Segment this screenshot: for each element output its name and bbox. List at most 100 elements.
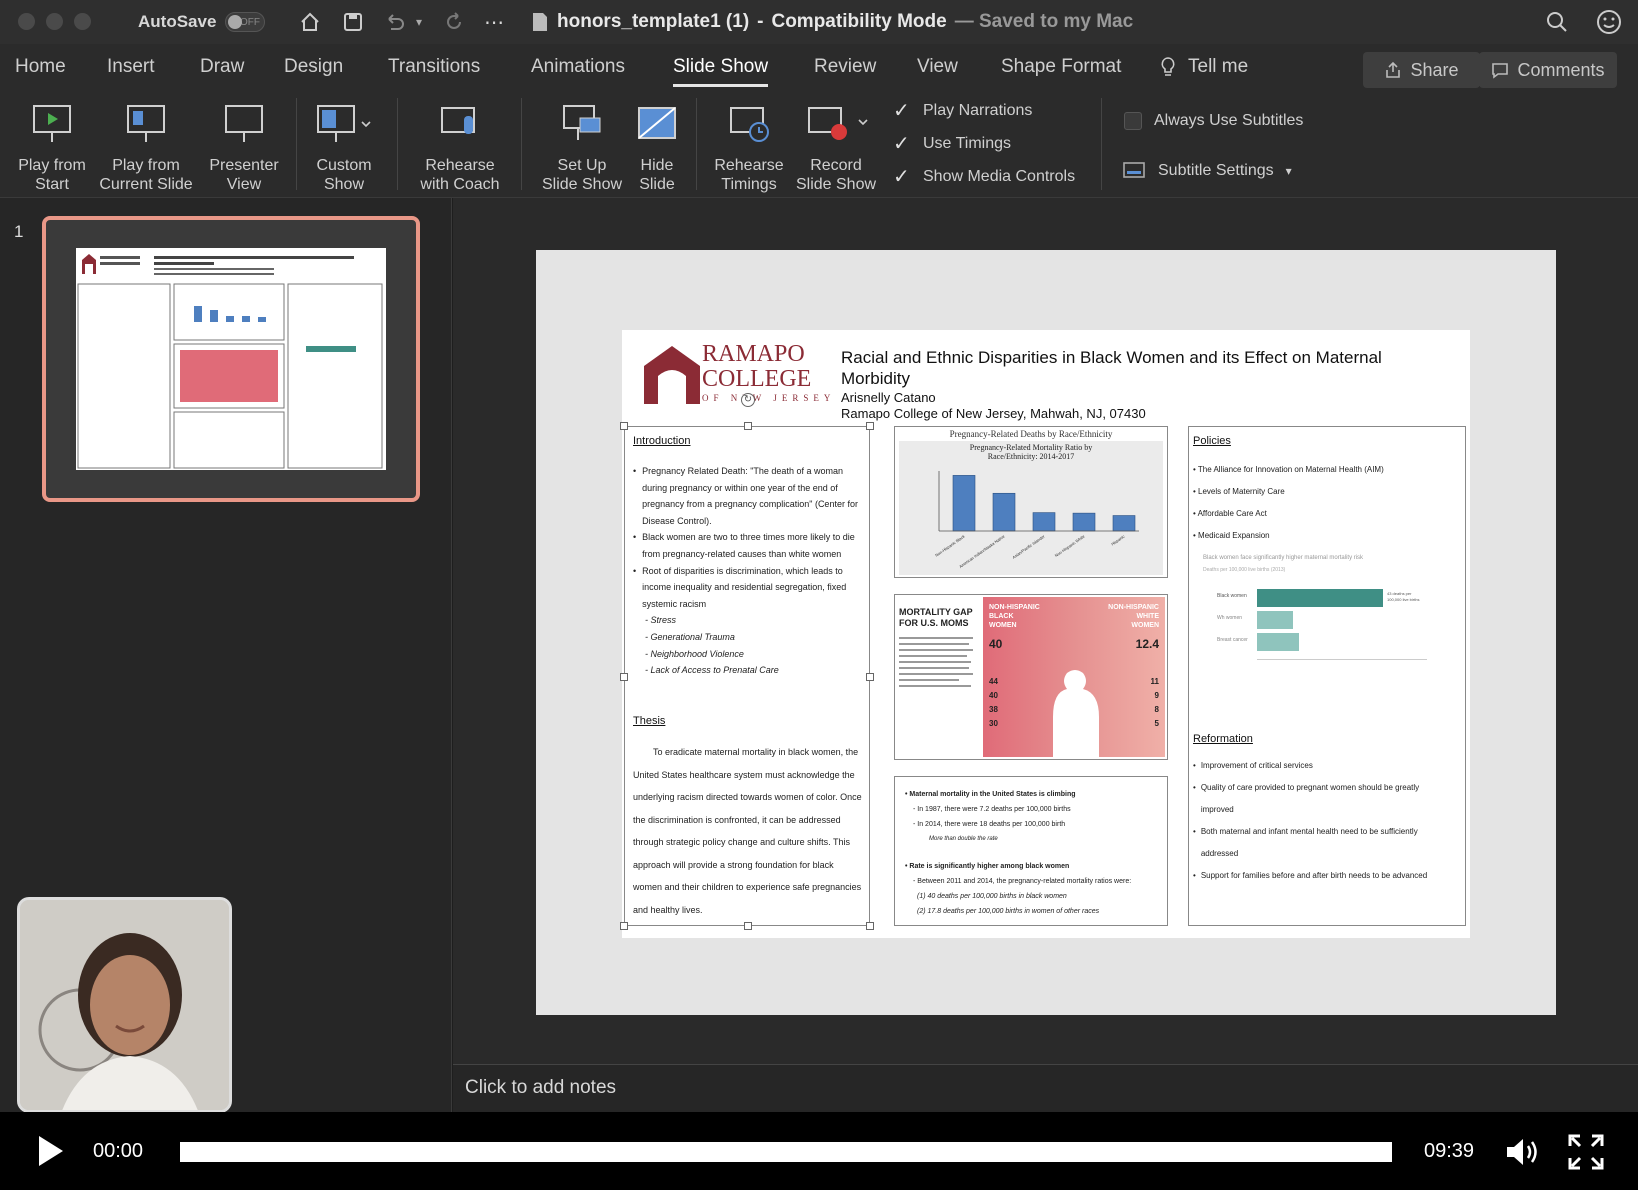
intro-textbox[interactable]: Introduction • Pregnancy Related Death: "… <box>620 393 874 930</box>
mini-bar-label: Black women <box>1217 593 1247 599</box>
undo-icon[interactable] <box>383 0 407 44</box>
stat-line: - In 1987, there were 7.2 deaths per 100… <box>913 806 1071 813</box>
undo-dropdown-icon[interactable]: ▾ <box>416 0 422 44</box>
rehearse-timings-line2: Timings <box>721 176 777 193</box>
custom-show-button[interactable]: Custom Show <box>308 100 380 194</box>
set-up-slide-show-button[interactable]: Set Up Slide Show <box>537 100 627 194</box>
smiley-feedback-icon[interactable] <box>1596 0 1622 44</box>
intro-sub-item: - Neighborhood Violence <box>645 648 744 659</box>
statistics-textbox[interactable]: • Maternal mortality in the United State… <box>894 776 1168 926</box>
slide-show-ribbon: Play from Start Play from Current Slide … <box>0 90 1638 198</box>
policies-reformation-textbox[interactable]: Policies • The Alliance for Innovation o… <box>1188 426 1466 926</box>
subtitle-settings-button[interactable]: Subtitle Settings ▾ <box>1122 160 1292 182</box>
tab-slide-show[interactable]: Slide Show <box>673 56 769 87</box>
mini-chart-subtitle: Deaths per 100,000 live births (2013) <box>1203 567 1286 573</box>
resize-handle[interactable] <box>620 673 628 681</box>
white-stat: 8 <box>1154 705 1159 714</box>
tab-view[interactable]: View <box>917 56 958 78</box>
resize-handle[interactable] <box>866 922 874 930</box>
black-stat: 44 <box>989 677 998 686</box>
progress-bar[interactable] <box>180 1142 1392 1162</box>
use-timings-checkbox[interactable]: ✓ Use Timings <box>893 134 1011 154</box>
resize-handle[interactable] <box>744 922 752 930</box>
redo-icon[interactable] <box>443 0 465 44</box>
comments-button[interactable]: Comments <box>1479 52 1617 88</box>
show-media-controls-checkbox[interactable]: ✓ Show Media Controls <box>893 167 1075 187</box>
hide-slide-line1: Hide <box>640 157 674 174</box>
thesis-heading: Thesis <box>633 715 666 727</box>
chart-bar <box>952 475 976 532</box>
mini-bar <box>1257 589 1383 607</box>
always-use-subtitles-checkbox[interactable]: Always Use Subtitles <box>1124 112 1303 130</box>
play-from-current-line2: Current Slide <box>99 176 193 193</box>
resize-handle[interactable] <box>744 422 752 430</box>
video-player-controls: 00:00 09:39 <box>0 1112 1638 1190</box>
play-narrations-checkbox[interactable]: ✓ Play Narrations <box>893 100 1032 122</box>
chart-bar <box>992 492 1016 532</box>
hide-slide-line2: Slide <box>639 176 675 193</box>
lightbulb-icon <box>1161 57 1175 76</box>
checkmark-icon: ✓ <box>893 100 910 122</box>
saved-status: — Saved to my Mac <box>954 11 1134 32</box>
home-icon[interactable] <box>299 0 321 44</box>
rehearse-coach-line2: with Coach <box>420 176 500 193</box>
compatibility-mode: Compatibility Mode <box>771 11 947 32</box>
save-icon[interactable] <box>342 0 364 44</box>
fullscreen-icon[interactable] <box>1568 1134 1604 1170</box>
autosave-toggle[interactable]: OFF <box>225 12 265 32</box>
poster-title: Racial and Ethnic Disparities in Black W… <box>841 348 1382 388</box>
play-icon[interactable] <box>36 1134 66 1168</box>
maximize-window-button[interactable] <box>74 13 91 30</box>
stats-note: More than double the rate <box>929 836 998 842</box>
minimize-window-button[interactable] <box>46 13 63 30</box>
reformation-item: Quality of care provided to pregnant wom… <box>1200 783 1420 814</box>
comment-icon <box>1492 63 1509 79</box>
poster[interactable]: RAMAPO COLLEGE OF NEW JERSEY Racial and … <box>620 330 1470 938</box>
volume-icon[interactable] <box>1505 1136 1543 1168</box>
notes-pane[interactable]: Click to add notes <box>453 1064 1638 1112</box>
slide-thumbnail[interactable] <box>42 216 420 502</box>
policy-item: The Alliance for Innovation on Maternal … <box>1197 465 1384 474</box>
resize-handle[interactable] <box>620 922 628 930</box>
share-button[interactable]: Share <box>1363 52 1480 88</box>
tab-transitions[interactable]: Transitions <box>388 56 480 78</box>
ribbon-separator <box>521 98 522 190</box>
slide-number: 1 <box>14 222 24 241</box>
chart-bar <box>1032 512 1056 532</box>
tab-insert[interactable]: Insert <box>107 56 155 78</box>
title-separator: - <box>757 11 764 32</box>
rotate-handle-icon[interactable]: ↻ <box>741 393 755 407</box>
intro-heading: Introduction <box>633 435 691 447</box>
play-from-current-button[interactable]: Play from Current Slide <box>96 100 196 194</box>
intro-sub-item: - Lack of Access to Prenatal Care <box>645 665 779 676</box>
rehearse-timings-button[interactable]: Rehearse Timings <box>710 100 788 194</box>
resize-handle[interactable] <box>866 673 874 681</box>
chevron-down-icon: ▾ <box>1285 164 1292 178</box>
more-icon[interactable]: ⋯ <box>484 0 504 44</box>
stat-line: - Between 2011 and 2014, the pregnancy-r… <box>913 878 1132 885</box>
stat-line: (1) 40 deaths per 100,000 births in blac… <box>917 893 1067 900</box>
mortality-gap-infographic[interactable]: MORTALITY GAP FOR U.S. MOMS NON-HISPANIC… <box>894 594 1168 760</box>
rehearse-coach-icon <box>413 100 507 146</box>
tab-design[interactable]: Design <box>284 56 343 78</box>
record-slide-show-button[interactable]: Record Slide Show <box>792 100 880 194</box>
play-from-current-line1: Play from <box>112 157 180 174</box>
close-window-button[interactable] <box>18 13 35 30</box>
always-subtitles-label: Always Use Subtitles <box>1154 112 1304 129</box>
presenter-view-button[interactable]: Presenter View <box>204 100 284 194</box>
resize-handle[interactable] <box>620 422 628 430</box>
tab-draw[interactable]: Draw <box>200 56 244 78</box>
play-from-start-button[interactable]: Play from Start <box>14 100 90 194</box>
empty-checkbox-icon <box>1124 112 1142 130</box>
resize-handle[interactable] <box>866 422 874 430</box>
tab-animations[interactable]: Animations <box>531 56 625 78</box>
search-icon[interactable] <box>1545 0 1569 44</box>
mortality-bar-chart[interactable]: Pregnancy-Related Deaths by Race/Ethnici… <box>894 426 1168 578</box>
tab-review[interactable]: Review <box>814 56 876 78</box>
custom-show-icon <box>308 100 380 146</box>
tell-me-box[interactable]: Tell me <box>1160 56 1248 78</box>
tab-home[interactable]: Home <box>15 56 66 78</box>
rehearse-with-coach-button[interactable]: Rehearse with Coach <box>413 100 507 194</box>
tab-shape-format[interactable]: Shape Format <box>1001 56 1121 78</box>
hide-slide-button[interactable]: Hide Slide <box>632 100 682 194</box>
